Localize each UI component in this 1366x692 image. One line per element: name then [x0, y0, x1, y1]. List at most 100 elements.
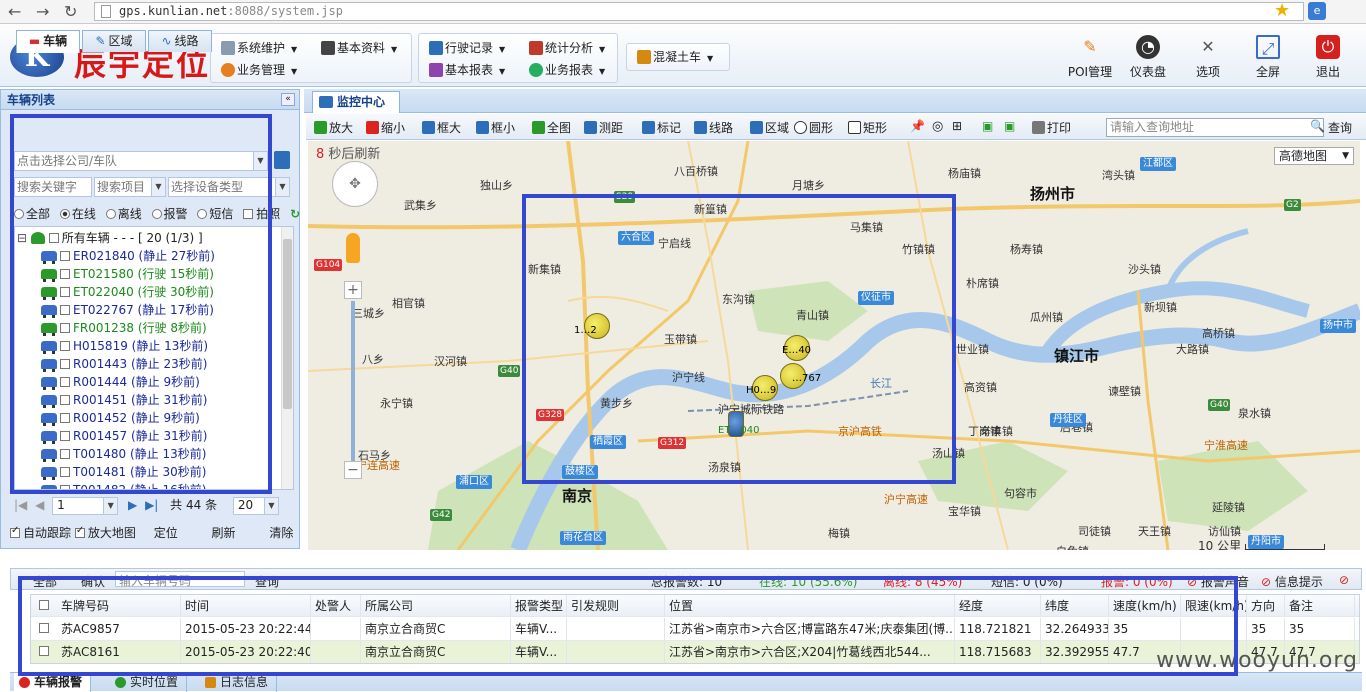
street-view-icon[interactable] — [346, 233, 360, 263]
place-label: 延陵镇 — [1212, 501, 1245, 514]
menu-business-report[interactable]: 业务报表 ▼ — [529, 60, 605, 80]
fullscreen-button[interactable]: ⤢ 全屏 — [1240, 35, 1296, 80]
dashboard-button[interactable]: ◔ 仪表盘 — [1120, 35, 1176, 80]
column-header[interactable]: 备注 — [1285, 595, 1355, 617]
pan-control[interactable]: ✥ — [332, 161, 378, 207]
place-label: 湾头镇 — [1102, 169, 1135, 182]
box-zoom-out-button[interactable]: 框小 — [476, 119, 515, 136]
back-icon[interactable]: ← — [8, 2, 21, 21]
pushpin-icon[interactable]: 📌 — [910, 119, 925, 133]
page-size-select[interactable]: 20 ▼ — [232, 496, 279, 515]
menu-basic-data[interactable]: 基本资料 ▼ — [321, 38, 397, 58]
forward-icon[interactable]: → — [36, 2, 49, 21]
road-shield: G42 — [430, 509, 453, 521]
options-button[interactable]: ✕ 选项 — [1180, 35, 1236, 80]
place-label: 汉河镇 — [434, 355, 467, 368]
first-page-icon[interactable]: |◀ — [14, 498, 27, 512]
tab-monitor-center[interactable]: 监控中心 — [312, 91, 400, 113]
export-icon[interactable]: ▣ — [982, 119, 993, 133]
menu-group-3: 混凝土车 ▼ — [626, 43, 730, 71]
column-header[interactable]: 方向 — [1247, 595, 1285, 617]
print-button[interactable]: 打印 — [1032, 119, 1071, 136]
zoom-in-button[interactable]: + — [344, 281, 362, 299]
menu-driving-record[interactable]: 行驶记录 ▼ — [429, 38, 505, 58]
prev-page-icon[interactable]: ◀ — [35, 498, 44, 512]
tree-scrollbar[interactable] — [281, 227, 293, 489]
fleet-icon[interactable] — [274, 151, 290, 169]
extension-icon[interactable]: e — [1308, 2, 1326, 20]
tab-route[interactable]: ∿ 线路 — [148, 30, 212, 52]
query-button[interactable]: 查询 — [1328, 119, 1352, 136]
place-label: 武集乡 — [404, 199, 437, 212]
zoom-out-button[interactable]: 缩小 — [366, 119, 405, 136]
bookmark-star-icon[interactable]: ★ — [1274, 0, 1290, 21]
place-label: 相官镇 — [392, 297, 425, 310]
place-label: 扬中市 — [1320, 319, 1356, 333]
place-label: 辛丰镇 — [980, 425, 1013, 438]
measure-button[interactable]: 测距 — [584, 119, 623, 136]
road-shield: G104 — [314, 259, 343, 271]
pin-icon: ✎ — [1083, 37, 1097, 56]
rectangle-button[interactable]: 矩形 — [848, 119, 887, 136]
tab-vehicles[interactable]: ▬ 车辆 — [16, 30, 80, 53]
region-button[interactable]: 区域 — [750, 119, 789, 136]
menu-system-maintenance[interactable]: 系统维护 ▼ — [221, 38, 297, 58]
info-tip-toggle[interactable]: ⊘ 信息提示 — [1261, 573, 1323, 589]
map-type-select[interactable]: 高德地图 ▼ — [1274, 147, 1354, 165]
table-cell: 35 — [1247, 618, 1285, 640]
place-label: 沙头镇 — [1128, 263, 1161, 276]
main-tabbar: 监控中心 — [304, 89, 1366, 113]
refresh-icon[interactable]: ↻ — [290, 207, 300, 221]
rectangle-icon — [848, 121, 861, 134]
menu-business-management[interactable]: 业务管理 ▼ — [221, 60, 297, 80]
log-icon — [205, 677, 216, 688]
monitor-icon — [319, 96, 333, 108]
box-zoom-in-button[interactable]: 框大 — [422, 119, 461, 136]
route-icon: ∿ — [161, 34, 172, 48]
place-label: 白兔镇 — [1056, 543, 1089, 550]
page-number-input[interactable]: 1 ▼ — [52, 496, 119, 515]
mark-icon — [642, 121, 655, 134]
collapse-button[interactable]: « — [281, 93, 295, 106]
zoom-in-button[interactable]: 放大 — [314, 119, 353, 136]
full-map-icon — [532, 121, 545, 134]
menu-basic-report[interactable]: 基本报表 ▼ — [429, 60, 505, 80]
settings-icon[interactable]: ⊘ — [1339, 573, 1349, 587]
address-search-input[interactable]: 请输入查询地址 — [1106, 118, 1324, 137]
clear-button[interactable]: 清除 — [269, 526, 293, 540]
region-icon: ✎ — [95, 34, 106, 48]
place-label: 泉水镇 — [1238, 407, 1271, 420]
import-icon[interactable]: ▣ — [1004, 119, 1015, 133]
logout-button[interactable]: ⏻ 退出 — [1300, 35, 1356, 80]
poi-management-button[interactable]: ✎ POI管理 — [1062, 35, 1118, 80]
zoom-out-button[interactable]: − — [344, 461, 362, 479]
target-icon[interactable]: ◎ — [932, 119, 943, 134]
menu-group-2: 行驶记录 ▼ 统计分析 ▼ 基本报表 ▼ 业务报表 ▼ — [418, 33, 618, 83]
menu-concrete-truck[interactable]: 混凝土车 ▼ — [637, 47, 713, 67]
locate-button[interactable]: 定位 — [154, 526, 178, 540]
tab-region[interactable]: ✎ 区域 — [82, 30, 146, 52]
refresh-button[interactable]: 刷新 — [212, 526, 236, 540]
route-button[interactable]: 线路 — [694, 119, 733, 136]
report-icon — [429, 63, 443, 77]
box-zoom-out-icon — [476, 121, 489, 134]
address-bar[interactable]: gps.kunlian.net:8088/system.jsp — [94, 2, 1304, 21]
menu-statistics[interactable]: 统计分析 ▼ — [529, 38, 605, 58]
reload-icon[interactable]: ↻ — [64, 2, 77, 21]
mark-button[interactable]: 标记 — [642, 119, 681, 136]
grid-icon[interactable]: ⊞ — [952, 119, 962, 133]
enlarge-map-checkbox[interactable]: 放大地图 — [74, 525, 136, 540]
place-label: 天王镇 — [1138, 525, 1171, 538]
full-map-button[interactable]: 全图 — [532, 119, 571, 136]
auto-track-checkbox[interactable]: 自动跟踪 — [10, 525, 71, 540]
annotation-box-map — [522, 194, 956, 484]
url-rest: :8088/system.jsp — [227, 4, 343, 18]
last-page-icon[interactable]: ▶| — [145, 498, 158, 512]
next-page-icon[interactable]: ▶ — [128, 498, 137, 512]
place-label: 宁淮高速 — [1204, 439, 1248, 452]
menu-group-1: 系统维护 ▼ 基本资料 ▼ 业务管理 ▼ — [210, 33, 412, 83]
annotation-box-bottom — [18, 576, 1238, 676]
search-icon[interactable]: 🔍 — [1310, 119, 1325, 133]
zoom-slider[interactable] — [351, 301, 355, 461]
circle-button[interactable]: 圆形 — [794, 119, 833, 136]
